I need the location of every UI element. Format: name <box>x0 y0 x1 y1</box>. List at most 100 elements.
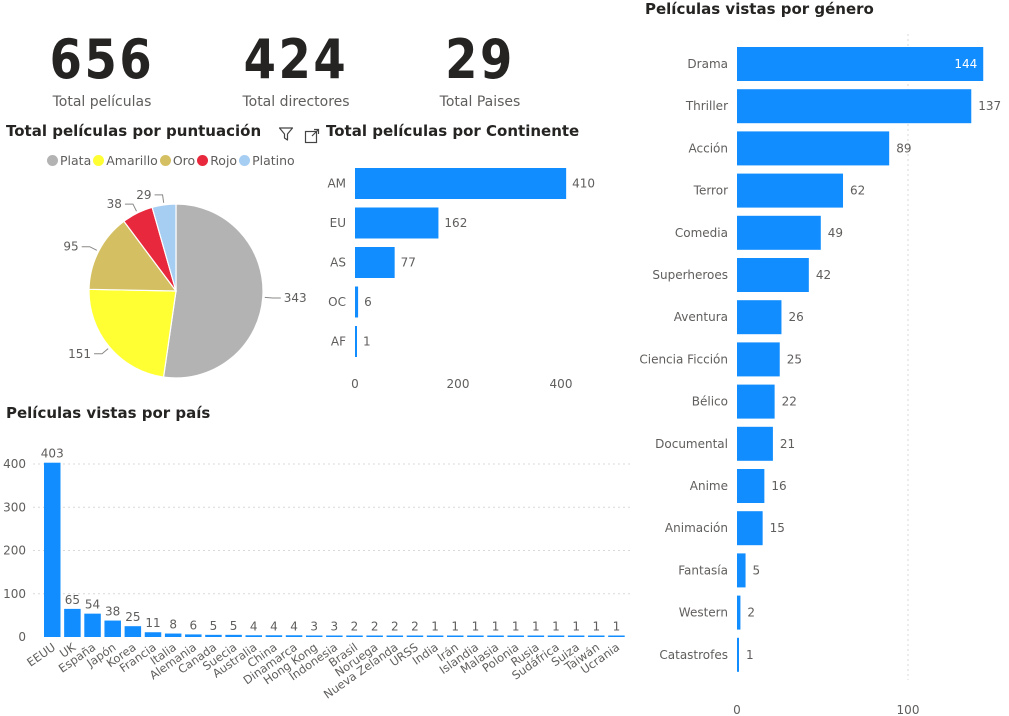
bar-data-label: 3 <box>331 620 339 634</box>
bar-data-label: 42 <box>816 268 831 282</box>
bar <box>185 634 202 637</box>
continent-chart-title: Total películas por Continente <box>326 122 580 140</box>
axis-tick-label: 200 <box>447 377 470 391</box>
axis-tick-label: Fantasía <box>678 563 728 577</box>
axis-tick-label: 200 <box>3 544 26 558</box>
bar <box>567 635 585 637</box>
legend-item[interactable]: Oro <box>159 153 196 168</box>
bar-data-label: 1 <box>472 620 480 634</box>
kpi-value: 29 <box>445 28 515 91</box>
bar <box>737 426 773 461</box>
genre-bar-chart: 0 100 Drama 144 Thriller 137 Acción 89 Terror 62 C… <box>639 34 1001 716</box>
bar <box>737 89 972 124</box>
bar <box>467 635 484 637</box>
pie-chart-title: Total películas por puntuación <box>6 122 262 140</box>
bar-data-label: 15 <box>770 521 785 535</box>
axis-tick-label: Anime <box>690 479 728 493</box>
bar-data-label: 25 <box>125 610 140 624</box>
legend-swatch <box>239 155 251 166</box>
legend-label: Oro <box>172 153 196 168</box>
axis-tick-label: 300 <box>3 500 26 514</box>
axis-tick-label: Terror <box>693 184 728 198</box>
bar-data-label: 1 <box>363 335 371 349</box>
bar <box>326 635 343 637</box>
axis-tick-label: Drama <box>687 57 728 71</box>
pie-chart: 343 151 95 38 29 <box>63 188 307 379</box>
bar <box>355 286 359 318</box>
bar <box>355 326 357 357</box>
bar-data-label: 403 <box>41 447 64 461</box>
legend-item[interactable]: Amarillo <box>93 153 158 168</box>
bar <box>737 595 741 630</box>
bar-data-label: 2 <box>371 620 379 634</box>
kpi-value: 656 <box>49 28 155 91</box>
bar-data-label: 21 <box>780 437 795 451</box>
bar <box>285 635 303 637</box>
bar <box>144 632 162 637</box>
legend-item[interactable]: Platino <box>239 153 295 168</box>
bar-data-label: 5 <box>753 563 761 577</box>
bar-data-label: 1 <box>572 620 580 634</box>
bar-data-label: 2 <box>747 606 755 620</box>
axis-tick-label: OC <box>328 295 346 309</box>
bar-data-label: 4 <box>290 619 298 633</box>
axis-tick-label: AS <box>330 256 346 270</box>
axis-tick-label: Superheroes <box>652 268 728 282</box>
kpi-label: Total Paises <box>439 94 521 110</box>
kpi-total-peliculas: 656 Total películas <box>2 28 202 110</box>
bar <box>164 633 182 637</box>
bar-data-label: 26 <box>788 310 803 324</box>
axis-tick-label: Catastrofes <box>659 648 728 662</box>
bar <box>104 620 121 637</box>
bar <box>305 635 323 637</box>
kpi-label: Total películas <box>52 94 152 110</box>
bar-data-label: 65 <box>65 593 80 607</box>
legend-swatch <box>93 155 105 166</box>
bar-data-label: 1 <box>431 620 439 634</box>
bar <box>737 384 775 419</box>
bar <box>547 635 565 637</box>
bar <box>737 173 844 208</box>
bar-data-label: 4 <box>250 619 258 633</box>
axis-tick-label: Bélico <box>692 395 728 409</box>
pie-data-label: 38 <box>107 197 122 211</box>
bar <box>355 168 567 199</box>
kpi-value: 424 <box>243 28 349 91</box>
bar <box>737 47 984 81</box>
bar <box>608 635 625 637</box>
filter-icon[interactable] <box>278 126 294 142</box>
pie-leader-line <box>124 203 137 212</box>
bar-data-label: 1 <box>613 620 621 634</box>
bar-data-label: 2 <box>411 620 419 634</box>
bar <box>737 511 763 546</box>
pie-slice <box>162 203 264 379</box>
axis-tick-label: Aventura <box>674 310 728 324</box>
bar-data-label: 1 <box>492 620 500 634</box>
bar <box>426 635 444 637</box>
bar <box>205 634 222 637</box>
legend-label: Plata <box>60 153 92 168</box>
bar <box>355 247 395 278</box>
country-chart-title: Películas vistas por país <box>6 404 211 422</box>
axis-tick-label: 400 <box>550 377 573 391</box>
legend-item[interactable]: Plata <box>47 153 91 168</box>
axis-tick-label: Documental <box>655 437 728 451</box>
bar <box>588 635 605 637</box>
bar-data-label: 2 <box>391 620 399 634</box>
bar <box>44 462 61 637</box>
pie-leader-line <box>81 246 98 251</box>
pie-data-label: 95 <box>63 240 78 254</box>
bar-data-label: 137 <box>978 99 1001 113</box>
focus-mode-icon[interactable] <box>304 128 320 144</box>
pie-data-label: 343 <box>284 291 307 305</box>
legend-item[interactable]: Rojo <box>197 153 237 168</box>
bar <box>366 635 383 637</box>
bar-data-label: 77 <box>401 256 416 270</box>
bar-data-label: 2 <box>351 620 359 634</box>
axis-tick-label: 100 <box>3 587 26 601</box>
bar <box>737 215 821 250</box>
bar <box>447 635 464 637</box>
bar <box>225 634 242 637</box>
bar-data-label: 11 <box>145 616 160 630</box>
bar <box>265 635 283 637</box>
